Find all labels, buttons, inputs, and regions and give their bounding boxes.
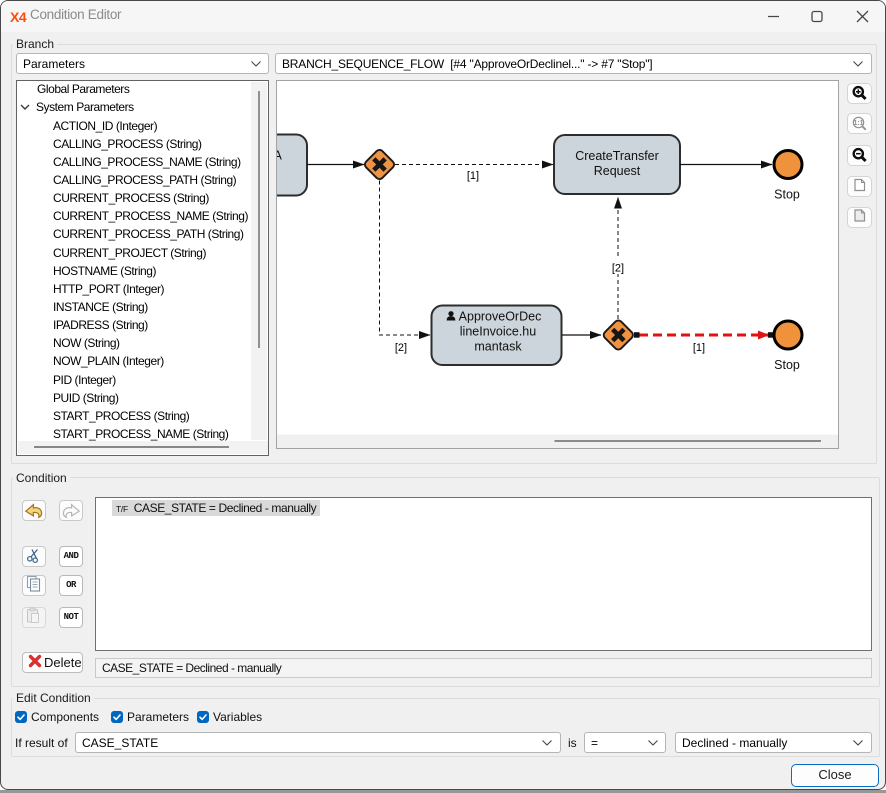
svg-text:[2]: [2] (612, 263, 624, 275)
svg-text:CreateTransfer: CreateTransfer (575, 149, 659, 163)
svg-text:[1]: [1] (693, 342, 705, 354)
svg-text:Stop: Stop (774, 188, 800, 202)
svg-text:mantask: mantask (474, 340, 522, 354)
svg-text:Request: Request (594, 164, 641, 178)
svg-text:A: A (277, 149, 283, 163)
svg-text:[2]: [2] (395, 342, 407, 354)
svg-text:[1]: [1] (467, 170, 479, 182)
svg-text:ApproveOrDec: ApproveOrDec (459, 310, 542, 324)
svg-text:Stop: Stop (774, 358, 800, 372)
svg-text:lineInvoice.hu: lineInvoice.hu (460, 325, 536, 339)
svg-text:1:1: 1:1 (853, 120, 863, 127)
